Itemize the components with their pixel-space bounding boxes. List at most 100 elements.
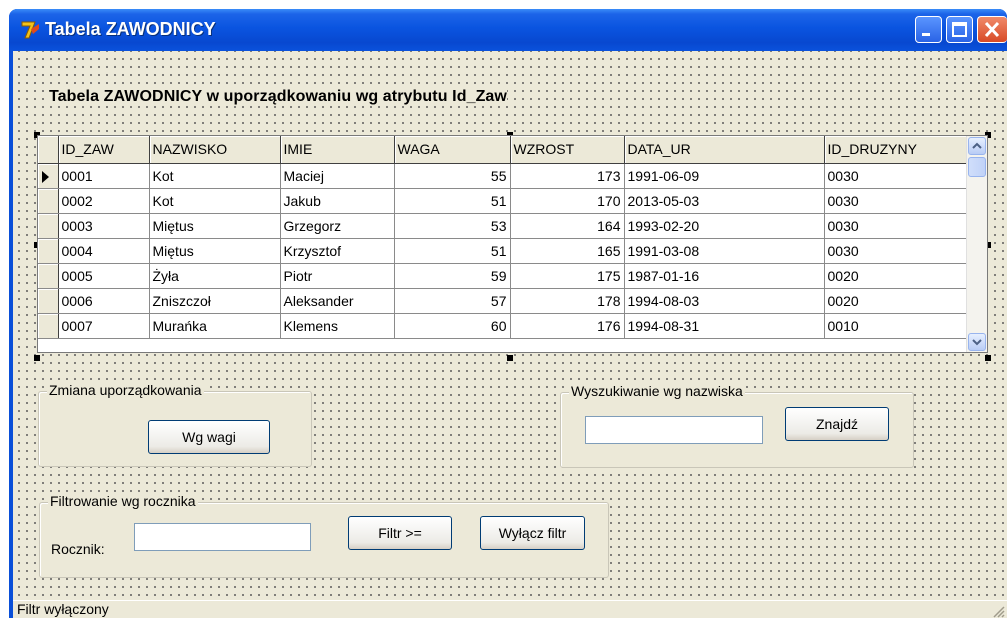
table-cell[interactable]: 0010	[824, 313, 967, 339]
filter-groupbox: Filtrowanie wg rocznika Rocznik: Filtr >…	[39, 493, 609, 578]
table-cell[interactable]: Maciej	[280, 163, 395, 189]
table-cell[interactable]: 1994-08-31	[624, 313, 825, 339]
scroll-up-button[interactable]	[968, 137, 986, 155]
table-cell[interactable]: Grzegorz	[280, 213, 395, 239]
year-input[interactable]	[134, 523, 311, 551]
row-indicator[interactable]	[38, 213, 59, 239]
column-header[interactable]: DATA_UR	[624, 136, 825, 164]
year-field-label: Rocznik:	[51, 541, 105, 557]
table-cell[interactable]: Kot	[149, 188, 281, 214]
table-cell[interactable]: 0003	[58, 213, 150, 239]
table-row[interactable]: 0004 Miętus Krzysztof 51 165 1991-03-08 …	[38, 238, 967, 264]
table-cell[interactable]: 0030	[824, 238, 967, 264]
disable-filter-button[interactable]: Wyłącz filtr	[480, 516, 585, 550]
table-cell[interactable]: 0006	[58, 288, 150, 314]
table-cell[interactable]: 1991-06-09	[624, 163, 825, 189]
table-cell[interactable]: 59	[394, 263, 511, 289]
table-heading-label: Tabela ZAWODNICY w uporządkowaniu wg atr…	[49, 88, 507, 106]
order-groupbox: Zmiana uporządkowania Wg wagi	[38, 382, 312, 467]
table-cell[interactable]: 0030	[824, 213, 967, 239]
table-cell[interactable]: 60	[394, 313, 511, 339]
table-cell[interactable]: 0030	[824, 188, 967, 214]
table-cell[interactable]: 1994-08-03	[624, 288, 825, 314]
table-row[interactable]: 0006 Zniszczoł Aleksander 57 178 1994-08…	[38, 288, 967, 314]
resize-grip-icon[interactable]	[991, 604, 1005, 618]
selection-handle[interactable]	[985, 355, 991, 361]
table-cell[interactable]: 0005	[58, 263, 150, 289]
table-cell[interactable]: 51	[394, 238, 511, 264]
table-cell[interactable]: 164	[510, 213, 625, 239]
table-cell[interactable]: 0020	[824, 263, 967, 289]
form-client-area: Tabela ZAWODNICY w uporządkowaniu wg atr…	[13, 51, 1007, 600]
table-cell[interactable]: Jakub	[280, 188, 395, 214]
search-groupbox: Wyszukiwanie wg nazwiska Znajdź	[560, 383, 914, 468]
table-cell[interactable]: Kot	[149, 163, 281, 189]
table-cell[interactable]: 0004	[58, 238, 150, 264]
data-grid[interactable]: ID_ZAW NAZWISKO IMIE WAGA WZROST DATA_UR…	[37, 135, 988, 353]
table-cell[interactable]: 53	[394, 213, 511, 239]
table-cell[interactable]: 2013-05-03	[624, 188, 825, 214]
row-indicator[interactable]	[38, 288, 59, 314]
row-indicator[interactable]	[38, 313, 59, 339]
table-cell[interactable]: 1991-03-08	[624, 238, 825, 264]
table-cell[interactable]: Piotr	[280, 263, 395, 289]
column-header[interactable]: WZROST	[510, 136, 625, 164]
table-cell[interactable]: 0020	[824, 288, 967, 314]
table-cell[interactable]: 0002	[58, 188, 150, 214]
table-cell[interactable]: Klemens	[280, 313, 395, 339]
table-cell[interactable]: Krzysztof	[280, 238, 395, 264]
row-indicator[interactable]	[38, 238, 59, 264]
window-title: Tabela ZAWODNICY	[45, 19, 216, 39]
table-cell[interactable]: 0001	[58, 163, 150, 189]
find-button[interactable]: Znajdź	[785, 407, 889, 441]
table-cell[interactable]: 0030	[824, 163, 967, 189]
selection-handle[interactable]	[507, 355, 513, 361]
table-row[interactable]: 0005 Żyła Piotr 59 175 1987-01-16 0020	[38, 263, 967, 289]
column-header[interactable]: WAGA	[394, 136, 511, 164]
column-header[interactable]: NAZWISKO	[149, 136, 281, 164]
filter-greater-equal-button[interactable]: Filtr >=	[348, 516, 452, 550]
scroll-down-button[interactable]	[968, 333, 986, 351]
table-cell[interactable]: Żyła	[149, 263, 281, 289]
column-header[interactable]: ID_DRUZYNY	[824, 136, 967, 164]
table-cell[interactable]: 175	[510, 263, 625, 289]
table-row[interactable]: 0003 Miętus Grzegorz 53 164 1993-02-20 0…	[38, 213, 967, 239]
grid-table: ID_ZAW NAZWISKO IMIE WAGA WZROST DATA_UR…	[38, 136, 967, 339]
maximize-button[interactable]	[946, 16, 973, 43]
close-button[interactable]	[977, 16, 1007, 43]
vertical-scrollbar[interactable]	[966, 136, 987, 352]
table-cell[interactable]: Aleksander	[280, 288, 395, 314]
surname-search-input[interactable]	[585, 416, 763, 444]
column-header[interactable]: IMIE	[280, 136, 395, 164]
table-cell[interactable]: Miętus	[149, 238, 281, 264]
table-cell[interactable]: 173	[510, 163, 625, 189]
table-cell[interactable]: 55	[394, 163, 511, 189]
status-text: Filtr wyłączony	[17, 601, 109, 617]
maximize-icon	[952, 22, 967, 37]
selection-handle[interactable]	[34, 355, 40, 361]
column-header[interactable]: ID_ZAW	[58, 136, 150, 164]
table-cell[interactable]: Zniszczoł	[149, 288, 281, 314]
table-cell[interactable]: 176	[510, 313, 625, 339]
table-cell[interactable]: 57	[394, 288, 511, 314]
table-row[interactable]: 0002 Kot Jakub 51 170 2013-05-03 0030	[38, 188, 967, 214]
table-cell[interactable]: 1987-01-16	[624, 263, 825, 289]
chevron-up-icon	[972, 142, 982, 149]
row-indicator[interactable]	[38, 163, 59, 189]
row-indicator[interactable]	[38, 188, 59, 214]
table-cell[interactable]: Murańka	[149, 313, 281, 339]
row-indicator[interactable]	[38, 263, 59, 289]
table-row[interactable]: 0001 Kot Maciej 55 173 1991-06-09 0030	[38, 163, 967, 189]
table-cell[interactable]: 178	[510, 288, 625, 314]
table-cell[interactable]: 1993-02-20	[624, 213, 825, 239]
title-bar[interactable]: Tabela ZAWODNICY	[9, 9, 1007, 51]
scroll-thumb[interactable]	[968, 157, 986, 177]
table-cell[interactable]: 51	[394, 188, 511, 214]
table-cell[interactable]: Miętus	[149, 213, 281, 239]
sort-by-weight-button[interactable]: Wg wagi	[148, 420, 270, 454]
table-cell[interactable]: 0007	[58, 313, 150, 339]
table-cell[interactable]: 165	[510, 238, 625, 264]
minimize-button[interactable]	[915, 16, 942, 43]
table-cell[interactable]: 170	[510, 188, 625, 214]
table-row[interactable]: 0007 Murańka Klemens 60 176 1994-08-31 0…	[38, 313, 967, 339]
